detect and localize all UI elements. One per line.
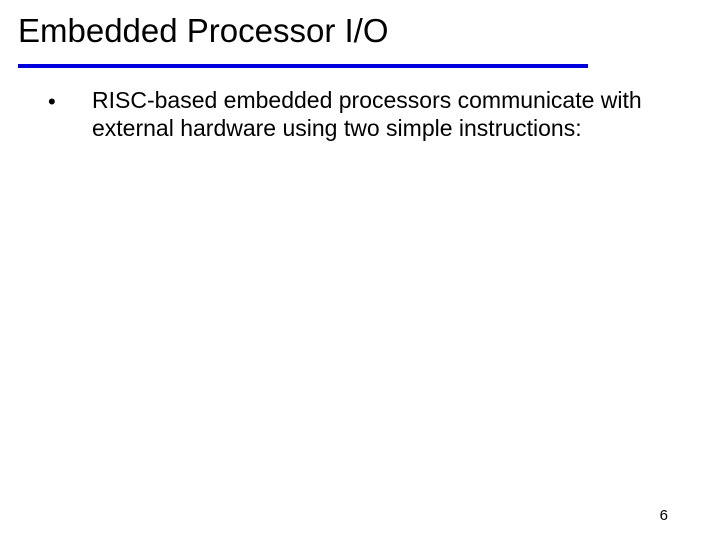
page-number: 6 <box>660 507 668 524</box>
slide-title: Embedded Processor I/O <box>0 0 720 64</box>
bullet-text: RISC-based embedded processors communica… <box>92 86 652 142</box>
slide-content: • RISC-based embedded processors communi… <box>0 68 720 142</box>
bullet-mark: • <box>48 86 92 116</box>
bullet-item: • RISC-based embedded processors communi… <box>48 86 680 142</box>
